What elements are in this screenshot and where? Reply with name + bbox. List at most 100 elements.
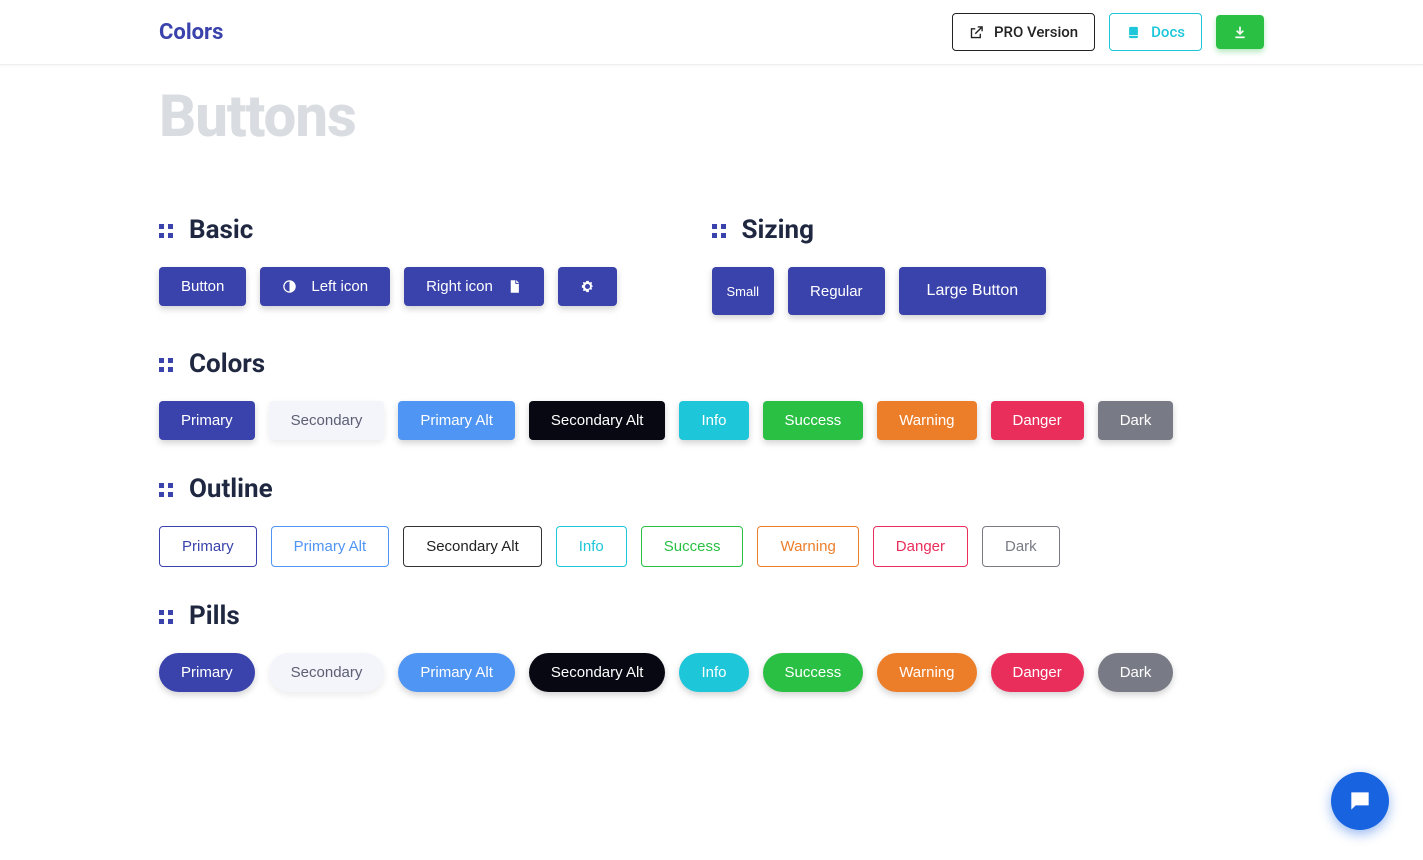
outline-success-button[interactable]: Success [641,526,744,567]
label: Info [701,412,726,429]
docs-label: Docs [1151,23,1185,41]
outline-danger-button[interactable]: Danger [873,526,968,567]
section-dots-icon [159,358,175,372]
label: Success [785,664,842,681]
download-icon [1232,24,1248,40]
section-dots-icon [712,224,728,238]
section-dots-icon [159,610,175,624]
section-heading-basic: Basic [159,215,712,245]
large-button-label: Large Button [927,282,1019,300]
pill-warning-button[interactable]: Warning [877,653,976,692]
section-outline: Outline Primary Primary Alt Secondary Al… [159,474,1264,567]
book-icon [1126,25,1141,40]
section-colors: Colors Primary Secondary Primary Alt Sec… [159,349,1264,440]
label: Secondary Alt [426,538,519,555]
pill-secondary-alt-button[interactable]: Secondary Alt [529,653,666,692]
left-icon-button[interactable]: Left icon [260,267,390,306]
color-dark-button[interactable]: Dark [1098,401,1174,440]
color-info-button[interactable]: Info [679,401,748,440]
section-heading-pills: Pills [159,601,1264,631]
basic-button-label: Button [181,278,224,295]
outline-primary-alt-button[interactable]: Primary Alt [271,526,390,567]
section-basic: Basic Button Left icon Right icon [159,181,712,315]
pill-dark-button[interactable]: Dark [1098,653,1174,692]
adjust-icon [282,279,297,294]
section-heading-colors-label: Colors [189,349,265,379]
label: Secondary [291,412,363,429]
section-heading-pills-label: Pills [189,601,240,631]
label: Primary [182,538,234,555]
outline-info-button[interactable]: Info [556,526,627,567]
pro-version-label: PRO Version [994,23,1078,41]
outline-primary-button[interactable]: Primary [159,526,257,567]
color-primary-alt-button[interactable]: Primary Alt [398,401,515,440]
left-icon-button-label: Left icon [311,278,368,295]
label: Success [785,412,842,429]
pill-info-button[interactable]: Info [679,653,748,692]
label: Primary Alt [420,412,493,429]
color-primary-button[interactable]: Primary [159,401,255,440]
regular-button-label: Regular [810,283,863,300]
pro-version-button[interactable]: PRO Version [952,13,1095,51]
section-heading-outline: Outline [159,474,1264,504]
outline-warning-button[interactable]: Warning [757,526,858,567]
navbar-actions: PRO Version Docs [952,13,1264,51]
pill-secondary-button[interactable]: Secondary [269,653,385,692]
section-heading-sizing: Sizing [712,215,1265,245]
label: Primary Alt [420,664,493,681]
navbar: Colors PRO Version Docs [0,0,1423,65]
label: Primary [181,412,233,429]
section-sizing: Sizing Small Regular Large Button [712,181,1265,315]
chat-icon [1347,788,1373,814]
section-heading-sizing-label: Sizing [742,215,814,245]
color-warning-button[interactable]: Warning [877,401,976,440]
label: Secondary [291,664,363,681]
label: Danger [1013,412,1062,429]
pill-primary-button[interactable]: Primary [159,653,255,692]
label: Primary [181,664,233,681]
page-content: Buttons Basic Button Left icon Right i [0,83,1423,752]
section-pills: Pills Primary Secondary Primary Alt Seco… [159,601,1264,692]
pill-danger-button[interactable]: Danger [991,653,1084,692]
color-secondary-alt-button[interactable]: Secondary Alt [529,401,666,440]
external-link-icon [969,25,984,40]
label: Warning [899,664,954,681]
download-button[interactable] [1216,15,1264,49]
gear-icon [580,279,595,294]
label: Primary Alt [294,538,367,555]
large-button[interactable]: Large Button [899,267,1047,315]
color-success-button[interactable]: Success [763,401,864,440]
basic-button[interactable]: Button [159,267,246,306]
settings-button[interactable] [558,267,617,306]
section-dots-icon [159,224,175,238]
brand-title: Colors [159,20,223,45]
color-secondary-button[interactable]: Secondary [269,401,385,440]
file-icon [507,279,522,294]
label: Dark [1120,664,1152,681]
section-dots-icon [159,483,175,497]
label: Warning [899,412,954,429]
pill-primary-alt-button[interactable]: Primary Alt [398,653,515,692]
label: Warning [780,538,835,555]
regular-button[interactable]: Regular [788,267,885,315]
color-danger-button[interactable]: Danger [991,401,1084,440]
section-heading-outline-label: Outline [189,474,273,504]
label: Dark [1120,412,1152,429]
outline-dark-button[interactable]: Dark [982,526,1060,567]
chat-fab[interactable] [1331,772,1389,830]
right-icon-button[interactable]: Right icon [404,267,544,306]
small-button[interactable]: Small [712,267,775,315]
page-title: Buttons [159,83,1264,151]
docs-button[interactable]: Docs [1109,13,1202,51]
label: Dark [1005,538,1037,555]
label: Secondary Alt [551,412,644,429]
label: Danger [896,538,945,555]
label: Info [579,538,604,555]
label: Danger [1013,664,1062,681]
label: Success [664,538,721,555]
pill-success-button[interactable]: Success [763,653,864,692]
section-heading-basic-label: Basic [189,215,253,245]
label: Secondary Alt [551,664,644,681]
section-heading-colors: Colors [159,349,1264,379]
outline-secondary-alt-button[interactable]: Secondary Alt [403,526,542,567]
